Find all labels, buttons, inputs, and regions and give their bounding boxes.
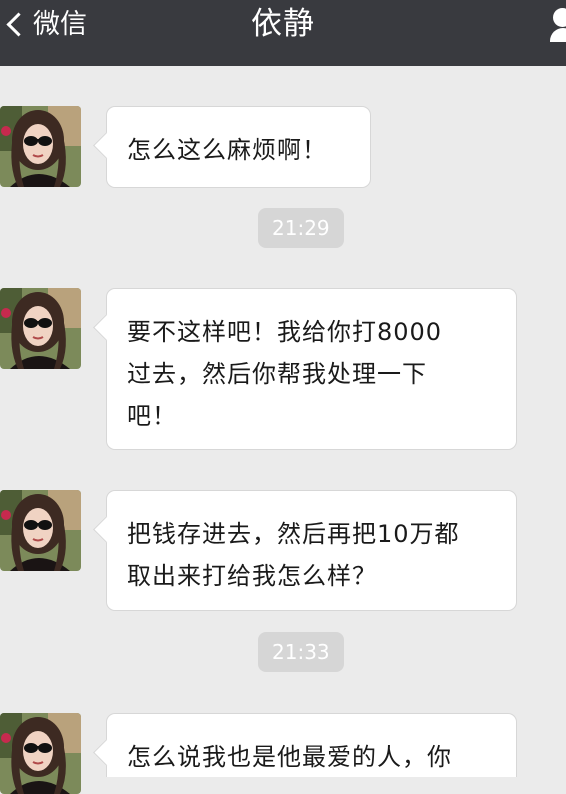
message-text: 要不这样吧！我给你打8000 过去，然后你帮我处理一下 吧！ <box>127 318 443 430</box>
chat-header: 微信 依静 <box>0 0 566 66</box>
avatar[interactable] <box>0 490 81 571</box>
avatar[interactable] <box>0 713 81 794</box>
message-text: 怎么说我也是他最爱的人，你 <box>127 743 452 771</box>
chat-title: 依静 <box>251 6 315 42</box>
timestamp: 21:29 <box>258 208 344 248</box>
message-bubble[interactable]: 要不这样吧！我给你打8000 过去，然后你帮我处理一下 吧！ <box>106 288 517 450</box>
message-text: 把钱存进去，然后再把10万都 取出来打给我怎么样？ <box>127 520 460 590</box>
avatar[interactable] <box>0 288 81 369</box>
message-bubble[interactable]: 把钱存进去，然后再把10万都 取出来打给我怎么样？ <box>106 490 517 611</box>
message-bubble[interactable]: 怎么这么麻烦啊！ <box>106 106 371 188</box>
message-bubble[interactable]: 怎么说我也是他最爱的人，你 <box>106 713 517 777</box>
timestamp: 21:33 <box>258 632 344 672</box>
avatar[interactable] <box>0 106 81 187</box>
message-text: 怎么这么麻烦啊！ <box>127 136 327 164</box>
person-icon[interactable] <box>550 8 566 42</box>
